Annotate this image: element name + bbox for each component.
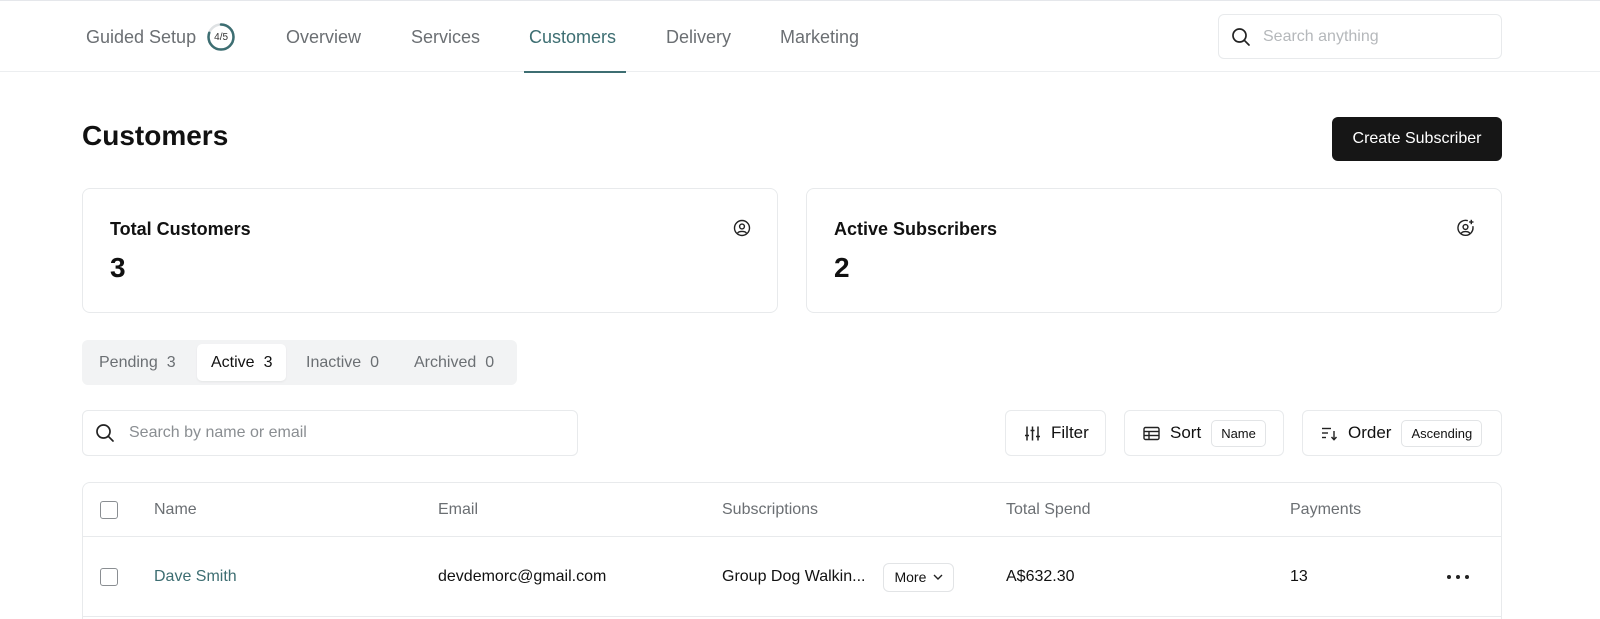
order-value-chip: Ascending xyxy=(1401,419,1483,447)
active-tab-indicator xyxy=(524,71,626,73)
column-header-subscriptions[interactable]: Subscriptions xyxy=(722,483,818,537)
column-header-total-spend[interactable]: Total Spend xyxy=(1006,483,1091,537)
tab-services-label: Services xyxy=(411,26,481,47)
filter-button[interactable]: Filter xyxy=(1005,410,1106,456)
status-tab-active[interactable]: Active 3 xyxy=(197,344,287,381)
stat-value: 3 xyxy=(110,252,126,283)
customers-table: Name Email Subscriptions Total Spend Pay… xyxy=(82,482,1502,619)
table-header: Name Email Subscriptions Total Spend Pay… xyxy=(83,483,1501,537)
row-checkbox[interactable] xyxy=(100,568,118,586)
tab-delivery-label: Delivery xyxy=(666,26,732,47)
search-icon xyxy=(96,424,114,442)
order-button[interactable]: Order Ascending xyxy=(1302,410,1502,456)
row-actions-button[interactable] xyxy=(1443,563,1473,591)
column-header-name[interactable]: Name xyxy=(154,483,197,537)
setup-progress-text: 4/5 xyxy=(214,31,229,43)
tab-customers-label: Customers xyxy=(529,26,617,47)
stat-value: 2 xyxy=(834,252,850,283)
customer-subscriptions: Group Dog Walkin... More xyxy=(722,537,955,617)
nav-guided-setup-label: Guided Setup xyxy=(86,26,197,47)
table-icon xyxy=(1143,426,1160,440)
status-tab-count: 3 xyxy=(166,353,176,371)
customer-search-input[interactable] xyxy=(129,424,559,442)
chevron-down-icon xyxy=(933,574,943,580)
tab-customers[interactable]: Customers xyxy=(529,1,616,73)
status-tab-count: 3 xyxy=(263,353,273,371)
customer-payments: 13 xyxy=(1290,568,1308,585)
sort-label: Sort xyxy=(1170,423,1202,442)
status-tab-count: 0 xyxy=(485,353,495,371)
sliders-icon xyxy=(1025,426,1040,440)
top-nav: Guided Setup 4/5 Overview Services Custo… xyxy=(0,0,1600,73)
status-tab-label: Pending xyxy=(99,353,158,371)
page-title: Customers xyxy=(82,120,229,151)
tab-services[interactable]: Services xyxy=(411,1,480,73)
status-tabs: Pending 3 Active 3 Inactive 0 Archived 0 xyxy=(82,340,517,385)
sort-button[interactable]: Sort Name xyxy=(1124,410,1284,456)
status-tab-inactive[interactable]: Inactive 0 xyxy=(292,344,393,381)
status-tab-archived[interactable]: Archived 0 xyxy=(400,344,508,381)
order-label: Order xyxy=(1348,423,1392,442)
stat-label: Active Subscribers xyxy=(834,219,998,239)
column-header-email[interactable]: Email xyxy=(438,483,478,537)
column-header-payments[interactable]: Payments xyxy=(1290,483,1361,537)
customer-name-link[interactable]: Dave Smith xyxy=(154,537,237,617)
stat-label: Total Customers xyxy=(110,219,251,239)
user-plus-circle-icon xyxy=(1457,219,1474,237)
user-circle-icon xyxy=(733,219,751,237)
subscription-name: Group Dog Walkin... xyxy=(722,568,866,585)
customer-email: devdemorc@gmail.com xyxy=(438,568,607,585)
tab-overview-label: Overview xyxy=(286,26,362,47)
tab-marketing-label: Marketing xyxy=(780,26,860,47)
setup-progress-ring: 4/5 xyxy=(206,22,236,52)
customer-total-spend: A$632.30 xyxy=(1006,568,1075,585)
search-icon xyxy=(1232,27,1250,46)
sort-value-chip: Name xyxy=(1211,419,1266,447)
tab-overview[interactable]: Overview xyxy=(286,1,361,73)
nav-guided-setup[interactable]: Guided Setup 4/5 xyxy=(86,1,236,73)
global-search-input[interactable] xyxy=(1263,27,1483,46)
table-row[interactable]: Dave Smith devdemorc@gmail.com Group Dog… xyxy=(83,537,1501,617)
status-tab-pending[interactable]: Pending 3 xyxy=(85,344,190,381)
sort-descending-icon xyxy=(1322,427,1338,441)
more-horizontal-icon xyxy=(1447,575,1469,579)
stat-card-active-subscribers: Active Subscribers 2 xyxy=(806,188,1502,313)
customer-search[interactable] xyxy=(82,410,578,456)
more-subscriptions-button[interactable]: More xyxy=(883,562,955,592)
create-subscriber-button[interactable]: Create Subscriber xyxy=(1332,117,1502,161)
status-tab-label: Active xyxy=(211,353,255,371)
more-label: More xyxy=(894,569,927,585)
filter-label: Filter xyxy=(1051,423,1089,442)
select-all-checkbox[interactable] xyxy=(100,501,118,519)
status-tab-count: 0 xyxy=(370,353,380,371)
status-tab-label: Archived xyxy=(414,353,477,371)
global-search[interactable] xyxy=(1218,14,1502,59)
status-tab-label: Inactive xyxy=(306,353,362,371)
tab-marketing[interactable]: Marketing xyxy=(780,1,859,73)
tab-delivery[interactable]: Delivery xyxy=(666,1,731,73)
stat-card-total-customers: Total Customers 3 xyxy=(82,188,778,313)
